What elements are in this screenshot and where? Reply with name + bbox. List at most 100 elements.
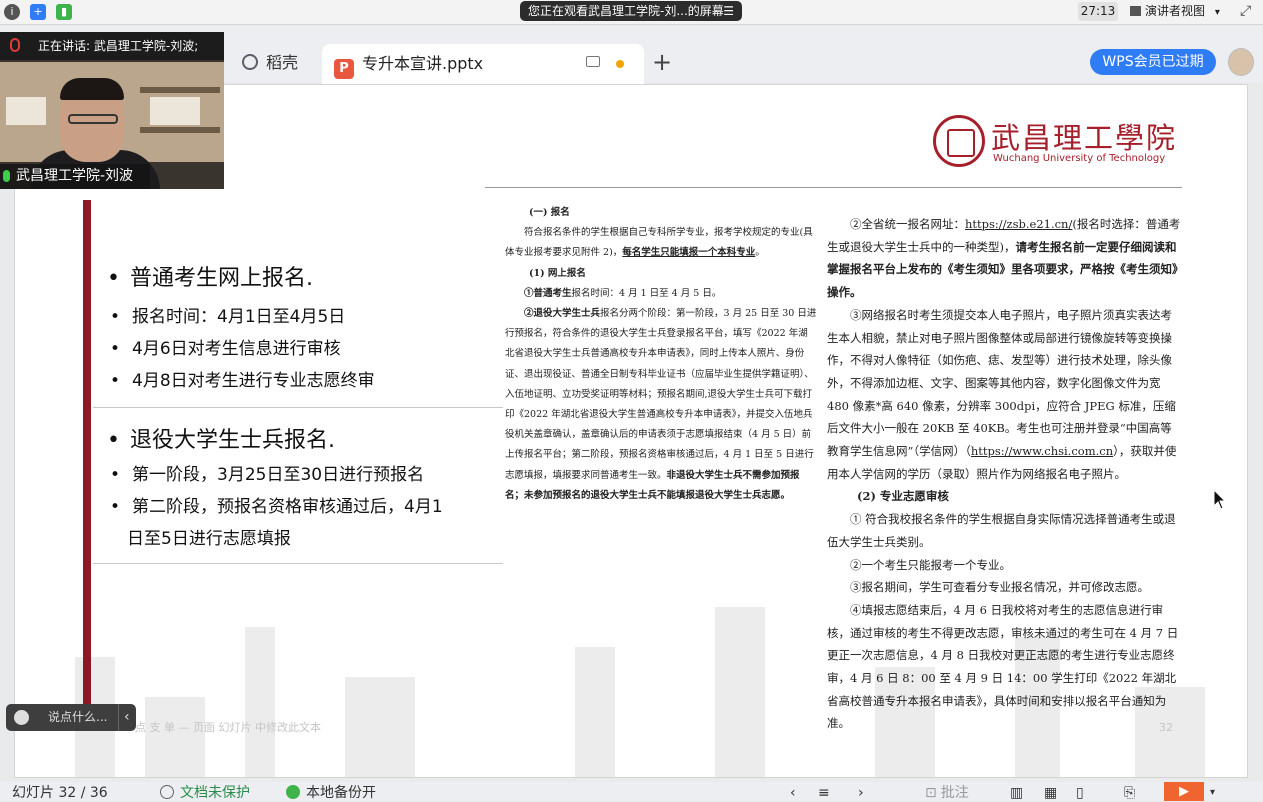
books-decoration (150, 97, 200, 125)
tab-presentation-file[interactable]: P 专升本宣讲.pptx (322, 44, 644, 84)
books-decoration (6, 97, 46, 125)
doc-emphasis: ②退役大学生士兵 (524, 308, 601, 320)
reading-view-icon[interactable]: ▯ (1076, 784, 1084, 802)
doc-paragraph: ③网络报名时考生须提交本人电子照片，电子照片须真实表达考生本人相貌，禁止对电子照… (827, 304, 1183, 486)
shield-icon[interactable]: + (30, 4, 46, 20)
presenter-view-button[interactable]: 演讲者视图 ▾ (1130, 2, 1230, 21)
participant-name: 武昌理工学院-刘波 (0, 164, 150, 189)
signal-icon[interactable]: ▮ (56, 4, 72, 20)
doc-text: 报名分两个阶段：第一阶段，3 月 25 日至 30 日进行预报名，符合条件的退役… (505, 308, 817, 481)
meeting-toolbar: i + ▮ 您正在观看武昌理工学院-刘...的屏幕 ☰ 27:13 演讲者视图 … (0, 0, 1263, 25)
bullet-item: 4月6日对考生信息进行审核 (110, 334, 341, 359)
muted-mic-icon (10, 38, 20, 52)
clipboard-icon[interactable]: ⎘ (1124, 784, 1135, 802)
next-slide-icon[interactable]: › (858, 784, 864, 802)
unsaved-dot-icon (616, 60, 624, 68)
shelf-decoration (140, 127, 220, 133)
doc-paragraph: ②退役大学生士兵报名分两个阶段：第一阶段，3 月 25 日至 30 日进行预报名… (505, 304, 817, 506)
normal-view-icon[interactable]: ▥ (1010, 784, 1023, 802)
skyline-decoration (245, 627, 275, 777)
accent-bar (83, 200, 91, 708)
bullet-heading: 普通考生网上报名. (107, 260, 313, 292)
emoji-icon[interactable] (14, 710, 29, 725)
annotate-icon: ⊡ (925, 785, 937, 801)
wps-member-button[interactable]: WPS会员已过期 (1090, 49, 1216, 75)
doc-list-item: ① 符合我校报名条件的学生根据自身实际情况选择普通考生或退伍大学生士兵类别。 (827, 512, 1176, 549)
info-icon[interactable]: i (4, 4, 20, 20)
chat-input[interactable]: 说点什么... ‹ (6, 704, 136, 731)
doc-text: 。 (755, 247, 765, 259)
monitor-icon[interactable] (586, 56, 600, 67)
bullet-item: 第一阶段，3月25日至30日进行预报名 (110, 460, 424, 485)
section-divider (93, 407, 503, 408)
prev-slide-icon[interactable]: ‹ (790, 784, 796, 802)
speaking-label: 正在讲话: 武昌理工学院-刘波; (38, 39, 199, 53)
presenter-view-icon (1130, 6, 1141, 16)
speaker-hair (60, 78, 124, 100)
doc-list-item: ②一个考生只能报考一个专业。 (850, 557, 1011, 572)
doc-heading: (一) 报名 (529, 207, 570, 218)
menu-icon[interactable]: ☰ (723, 1, 734, 21)
local-backup[interactable]: 本地备份开 (286, 784, 376, 802)
exit-fullscreen-icon[interactable]: ⤢ (1240, 3, 1256, 19)
backup-icon (286, 785, 300, 799)
user-avatar[interactable] (1228, 48, 1254, 76)
doc-subheading: (2) 专业志愿审核 (857, 489, 949, 504)
bullet-item: 4月8日对考生进行专业志愿终审 (110, 366, 375, 391)
bullet-item-continuation: 日至5日进行志愿填报 (127, 529, 291, 549)
meeting-timer: 27:13 (1078, 2, 1118, 21)
doc-emphasis: ①普通考生 (524, 287, 572, 299)
section-divider (93, 563, 503, 564)
collapse-icon[interactable]: ‹ (118, 704, 130, 731)
speaker-video[interactable]: 正在讲话: 武昌理工学院-刘波; 武昌理工学院-刘波 (0, 32, 224, 189)
doc-link[interactable]: https://www.chsi.com.cn (971, 444, 1113, 458)
university-seal-logo (933, 115, 985, 167)
play-slideshow-button[interactable]: ▶ (1164, 782, 1204, 801)
chevron-down-icon[interactable]: ▾ (1215, 7, 1220, 18)
skyline-decoration (715, 607, 765, 777)
play-icon: ▶ (1179, 784, 1189, 799)
shelf-decoration (140, 87, 220, 93)
doc-paragraph: ①普通考生报名时间：4 月 1 日至 4 月 5 日。 (505, 284, 817, 304)
tab-docer[interactable]: 稻壳 (228, 42, 320, 84)
header-divider (485, 187, 1182, 188)
protection-label: 文档未保护 (180, 785, 250, 801)
doc-text: ②全省统一报名网址： (850, 217, 965, 231)
participant-name-label: 武昌理工学院-刘波 (16, 168, 134, 184)
bullet-item: 报名时间：4月1日至4月5日 (110, 302, 345, 327)
annotate-button[interactable]: ⊡ 批注 (925, 784, 969, 802)
sharing-text: 您正在观看武昌理工学院-刘...的屏幕 (528, 4, 724, 18)
doc-text: ③网络报名时考生须提交本人电子照片，电子照片须真实表达考生本人相貌，禁止对电子照… (827, 307, 1176, 459)
bullet-heading: 退役大学生士兵报名. (107, 422, 335, 454)
screen-share-status[interactable]: 您正在观看武昌理工学院-刘...的屏幕 ☰ (520, 1, 742, 21)
doc-link[interactable]: https://zsb.e21.cn/ (965, 217, 1072, 231)
skyline-decoration (145, 697, 205, 777)
pptx-file-icon: P (334, 59, 354, 79)
slide-page-number: 32 (1159, 721, 1173, 734)
skyline-decoration (575, 647, 615, 777)
university-name-en: Wuchang University of Technology (993, 153, 1166, 164)
doc-text: 报名时间：4 月 1 日至 4 月 5 日。 (571, 287, 722, 299)
new-tab-button[interactable]: + (652, 48, 674, 76)
list-icon[interactable]: ≡ (818, 784, 830, 802)
document-protection[interactable]: 文档未保护 (160, 784, 250, 802)
backup-label: 本地备份开 (306, 785, 376, 801)
speaker-glasses (68, 114, 118, 124)
speaking-banner: 正在讲话: 武昌理工学院-刘波; (0, 32, 224, 60)
doc-paragraph: 符合报名条件的学生根据自己专科所学专业，报考学校规定的专业(具体专业报考要求见附… (505, 223, 817, 263)
play-options-chevron-icon[interactable]: ▾ (1210, 784, 1215, 802)
presenter-view-label: 演讲者视图 (1145, 4, 1206, 18)
document-excerpt-left: (一) 报名 符合报名条件的学生根据自己专科所学专业，报考学校规定的专业(具体专… (505, 203, 817, 506)
skyline-decoration (345, 677, 415, 777)
slide-footer: 点 支 单 — 页面 幻灯片 中修改此文本 (135, 721, 321, 734)
slide-counter: 幻灯片 32 / 36 (12, 785, 108, 801)
annotate-label: 批注 (940, 785, 969, 801)
grid-view-icon[interactable]: ▦ (1044, 784, 1057, 802)
shield-off-icon (160, 785, 174, 799)
chat-placeholder: 说点什么... (48, 710, 108, 724)
doc-list-item: ④填报志愿结束后，4 月 6 日我校将对考生的志愿信息进行审核，通过审核的考生不… (827, 602, 1179, 731)
doc-subheading: (1) 网上报名 (529, 267, 586, 279)
doc-paragraph: ②全省统一报名网址：https://zsb.e21.cn/(报名时选择：普通考生… (827, 213, 1183, 304)
doc-list-item: ③报名期间，学生可查看分专业报名情况，并可修改志愿。 (850, 580, 1149, 595)
doc-emphasis: 每名学生只能填报一个本科专业 (622, 247, 756, 259)
